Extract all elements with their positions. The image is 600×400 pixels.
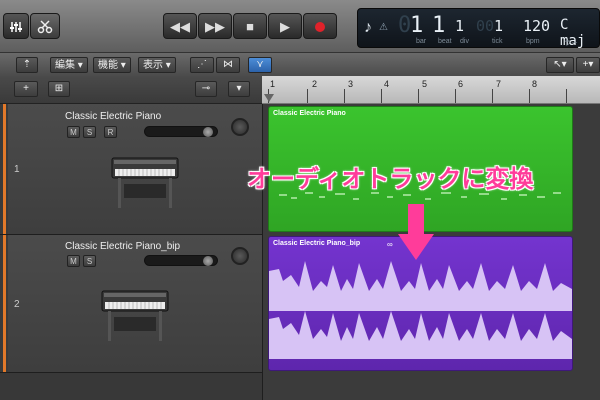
ruler-tick (566, 89, 567, 103)
ruler-label: 2 (312, 79, 318, 89)
volume-slider[interactable] (144, 255, 218, 266)
metronome-icon[interactable]: ♪ (364, 19, 372, 37)
ruler-tick (307, 89, 308, 103)
record-icon (315, 22, 325, 32)
record-enable-button[interactable]: R (104, 126, 117, 138)
ruler-tick (344, 89, 345, 103)
track-header-toolbar: + ⊞ ⊸ ▾ (0, 76, 262, 104)
ruler-tick (492, 89, 493, 103)
lcd-bar: 1 (410, 13, 424, 38)
ruler-label: 7 (496, 79, 502, 89)
track-name[interactable]: Classic Electric Piano_bip (65, 241, 180, 252)
pan-knob[interactable] (231, 118, 249, 136)
audio-waveform (269, 261, 572, 359)
global-tracks-icon[interactable]: ⊞ (48, 81, 70, 97)
track-name[interactable]: Classic Electric Piano (65, 111, 161, 122)
lcd-div: 1 (455, 17, 465, 35)
up-arrow-icon[interactable]: ⇡ (16, 57, 38, 73)
loop-icon: ∞ (387, 240, 393, 249)
lcd-beat: 1 (432, 13, 446, 38)
menu-view[interactable]: 表示 ▾ (138, 57, 176, 73)
ruler-label: 4 (384, 79, 390, 89)
annotation-text: オーディオトラックに変換 (247, 166, 534, 193)
ruler-tick (455, 89, 456, 103)
track-header[interactable]: 1 Classic Electric Piano M S R (0, 104, 262, 235)
track-number: 1 (14, 164, 20, 175)
mute-button[interactable]: M (67, 126, 80, 138)
stop-button[interactable]: ■ (233, 13, 267, 39)
electric-piano-icon (111, 157, 179, 208)
region-name: Classic Electric Piano (273, 110, 346, 117)
region-name: Classic Electric Piano_bip (273, 240, 361, 247)
catch-icon[interactable]: ⋰ (190, 57, 214, 73)
lcd-tick-ghost: 00 (476, 17, 495, 35)
timeline-ruler[interactable]: 1 2 3 4 5 6 7 8 (262, 76, 600, 104)
menu-edit-label: 編集 (55, 60, 75, 71)
menu-edit[interactable]: 編集 ▾ (50, 57, 88, 73)
down-arrow-icon (398, 204, 434, 260)
playhead-icon[interactable] (264, 94, 274, 102)
track-stripe-color (3, 235, 6, 372)
ruler-label: 6 (458, 79, 464, 89)
lcd-tempo: 120 (523, 17, 551, 35)
forward-button[interactable]: ▶▶ (198, 13, 232, 39)
ruler-label: 5 (422, 79, 428, 89)
volume-knob[interactable] (203, 127, 213, 137)
scissors-icon[interactable] (30, 13, 60, 39)
rewind-button[interactable]: ◀◀ (163, 13, 197, 39)
arrange-toolbar: ⇡ 編集 ▾ 機能 ▾ 表示 ▾ ⋰ ⋈ ⋎ ↖▾ +▾ (0, 52, 600, 78)
count-in-icon[interactable]: ⚠ (379, 22, 388, 33)
electric-piano-icon (101, 290, 169, 341)
pan-knob[interactable] (231, 247, 249, 265)
lcd-tick-label: tick (492, 38, 503, 45)
lcd-tick: 1 (494, 17, 504, 35)
secondary-tool-icon[interactable]: +▾ (576, 57, 600, 73)
add-track-button[interactable]: + (14, 81, 38, 97)
snap-icon[interactable]: ⋎ (248, 57, 272, 73)
track-number: 2 (14, 299, 20, 310)
play-button[interactable]: ▶ (268, 13, 302, 39)
menu-function-label: 機能 (98, 60, 118, 71)
volume-knob[interactable] (203, 256, 213, 266)
track-filter-icon[interactable]: ⊸ (195, 81, 217, 97)
lcd-display[interactable]: ♪ ⚠ 0 1 1 1 00 1 120 C maj bar beat div … (357, 8, 600, 49)
ruler-tick (529, 89, 530, 103)
track-stripe (0, 235, 8, 372)
lcd-key-sub: ラ－ (564, 40, 578, 47)
track-stripe-color (3, 104, 6, 234)
solo-button[interactable]: S (83, 255, 96, 267)
mixer-icon[interactable] (3, 13, 29, 39)
track-view-icon[interactable]: ▾ (228, 81, 250, 97)
lcd-bpm-label: bpm (526, 38, 540, 45)
mute-button[interactable]: M (67, 255, 80, 267)
pointer-tool-icon[interactable]: ↖▾ (546, 57, 574, 73)
track-header[interactable]: 2 Classic Electric Piano_bip M S (0, 235, 262, 373)
control-bar: ◀◀ ▶▶ ■ ▶ ♪ ⚠ 0 1 1 1 00 1 120 C maj bar… (0, 0, 600, 52)
menu-view-label: 表示 (143, 60, 163, 71)
record-button[interactable] (303, 13, 337, 39)
ruler-tick (381, 89, 382, 103)
lcd-bar-label: bar (416, 38, 427, 45)
ruler-tick (418, 89, 419, 103)
volume-slider[interactable] (144, 126, 218, 137)
ruler-label: 3 (348, 79, 354, 89)
solo-button[interactable]: S (83, 126, 96, 138)
lcd-beat-label: beat (438, 38, 452, 45)
lcd-div-label: div (460, 38, 469, 45)
menu-function[interactable]: 機能 ▾ (93, 57, 131, 73)
link-icon[interactable]: ⋈ (216, 57, 240, 73)
ruler-label: 1 (270, 79, 276, 89)
track-stripe (0, 104, 8, 234)
ruler-label: 8 (532, 79, 538, 89)
